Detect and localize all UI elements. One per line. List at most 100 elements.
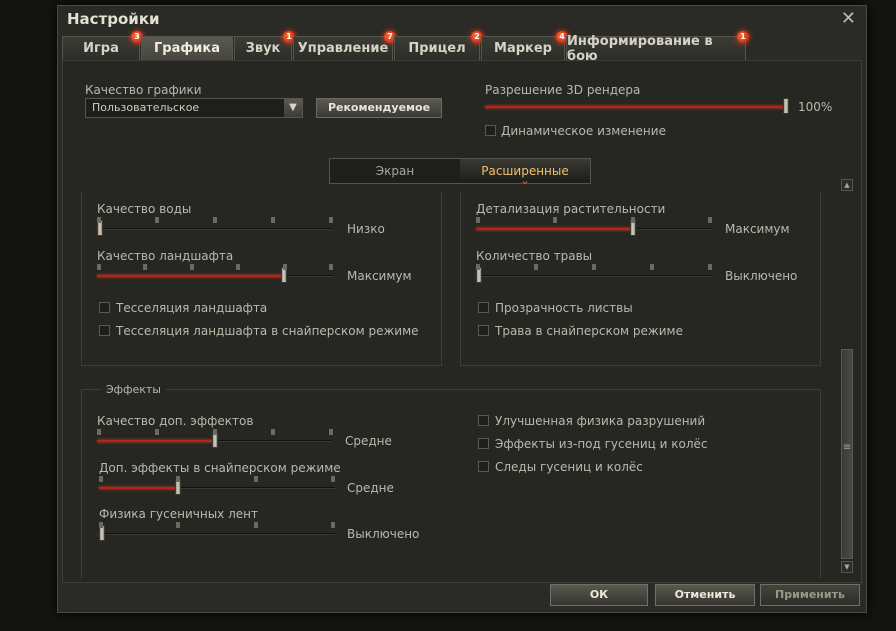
- subtab-advanced[interactable]: Расширенные: [460, 159, 590, 192]
- slider-tick: [254, 476, 258, 482]
- slider-tick: [254, 522, 258, 528]
- resolution-label: Разрешение 3D рендера: [485, 83, 641, 97]
- tab-battle-info[interactable]: Информирование в бою 1: [566, 31, 749, 64]
- slider-tick: [329, 429, 333, 435]
- scrollbar[interactable]: ▲ ≡ ▼: [841, 179, 853, 573]
- slider-tick: [708, 264, 712, 270]
- track-physics-label: Физика гусеничных лент: [99, 507, 258, 521]
- recommended-button[interactable]: Рекомендуемое: [316, 98, 442, 118]
- slider-tick: [97, 217, 101, 223]
- slider-tick: [329, 264, 333, 270]
- close-icon[interactable]: ✕: [841, 8, 856, 29]
- slider-tick: [708, 217, 712, 223]
- slider-tick: [190, 264, 194, 270]
- track-marks-checkbox[interactable]: [478, 461, 489, 472]
- slider-tick: [534, 264, 538, 270]
- slider-tick: [476, 264, 480, 270]
- slider-tick: [592, 264, 596, 270]
- tab-controls[interactable]: Управление 7: [293, 31, 396, 60]
- track-effects-label: Эффекты из-под гусениц и колёс: [495, 437, 708, 451]
- vegetation-detail-slider[interactable]: [476, 217, 712, 236]
- slider-tick: [143, 264, 147, 270]
- graphics-quality-value: Пользовательское: [92, 101, 200, 114]
- track-physics-slider[interactable]: [99, 522, 335, 541]
- grass-amount-slider[interactable]: [476, 264, 712, 283]
- effects-quality-label: Качество доп. эффектов: [97, 414, 254, 428]
- effects-quality-slider[interactable]: [97, 429, 333, 448]
- tessellation-label: Тесселяция ландшафта: [116, 301, 268, 315]
- tab-sight[interactable]: Прицел 2: [394, 31, 483, 60]
- slider-tick: [155, 429, 159, 435]
- subtab-screen[interactable]: Экран: [330, 159, 460, 183]
- slider-tick: [97, 429, 101, 435]
- destruction-physics-label: Улучшенная физика разрушений: [495, 414, 706, 428]
- content-area: Качество графики Пользовательское ▼ Реко…: [62, 60, 862, 583]
- slider-tick: [271, 217, 275, 223]
- slider-tick: [283, 264, 287, 270]
- tab-bar: Игра 3 Графика Звук 1 Управление 7 Прицел 2 …: [62, 31, 749, 64]
- slider-tick: [99, 522, 103, 528]
- slider-thumb[interactable]: [783, 98, 789, 114]
- dynamic-resolution-checkbox[interactable]: [485, 125, 496, 136]
- settings-window: Настройки ✕ Игра 3 Графика Звук 1 Управлен…: [57, 5, 867, 613]
- effects-sniper-slider[interactable]: [99, 476, 335, 495]
- destruction-physics-checkbox[interactable]: [478, 415, 489, 426]
- tab-marker[interactable]: Маркер 4: [481, 31, 568, 60]
- slider-fill: [99, 487, 178, 489]
- slider-tick: [155, 217, 159, 223]
- dynamic-resolution-label: Динамическое изменение: [501, 124, 666, 138]
- ok-button[interactable]: ОК: [550, 584, 648, 606]
- apply-button[interactable]: Применить: [760, 584, 860, 606]
- slider-tick: [176, 522, 180, 528]
- grass-sniper-label: Трава в снайперском режиме: [495, 324, 683, 338]
- slider-tick: [331, 476, 335, 482]
- landscape-quality-value: Максимум: [347, 269, 412, 283]
- tab-game[interactable]: Игра 3: [62, 31, 143, 60]
- effects-quality-value: Средне: [345, 434, 392, 448]
- resolution-slider[interactable]: [485, 98, 789, 114]
- foliage-transparency-checkbox[interactable]: [478, 302, 489, 313]
- water-quality-slider[interactable]: [97, 217, 333, 236]
- scroll-up-icon[interactable]: ▲: [841, 179, 853, 191]
- foliage-transparency-label: Прозрачность листвы: [495, 301, 633, 315]
- cancel-button[interactable]: Отменить: [655, 584, 755, 606]
- slider-tick: [176, 476, 180, 482]
- slider-tick: [99, 476, 103, 482]
- track-physics-value: Выключено: [347, 527, 420, 541]
- scroll-down-icon[interactable]: ▼: [841, 561, 853, 573]
- effects-sniper-value: Средне: [347, 481, 394, 495]
- slider-tick: [553, 217, 557, 223]
- graphics-quality-select[interactable]: Пользовательское ▼: [85, 98, 303, 118]
- landscape-quality-slider[interactable]: [97, 264, 333, 283]
- slider-tick: [271, 429, 275, 435]
- slider-tick: [476, 217, 480, 223]
- water-quality-value: Низко: [347, 222, 385, 236]
- tab-sound[interactable]: Звук 1: [234, 31, 295, 60]
- slider-fill: [97, 440, 215, 442]
- scroll-thumb[interactable]: ≡: [841, 349, 853, 559]
- track-marks-label: Следы гусениц и колёс: [495, 460, 643, 474]
- tessellation-sniper-label: Тесселяция ландшафта в снайперском режим…: [116, 324, 419, 338]
- slider-tick: [213, 217, 217, 223]
- slider-tick: [329, 217, 333, 223]
- chevron-down-icon[interactable]: ▼: [284, 99, 302, 117]
- tessellation-checkbox[interactable]: [99, 302, 110, 313]
- slider-fill: [485, 106, 786, 108]
- tessellation-sniper-checkbox[interactable]: [99, 325, 110, 336]
- grass-amount-label: Количество травы: [476, 249, 593, 263]
- subtab-bar: Экран Расширенные: [329, 158, 591, 192]
- graphics-quality-label: Качество графики: [85, 83, 202, 97]
- effects-title: Эффекты: [101, 383, 166, 396]
- tab-graphics[interactable]: Графика: [141, 36, 233, 60]
- slider-tick: [236, 264, 240, 270]
- landscape-quality-label: Качество ландшафта: [97, 249, 234, 263]
- notification-badge: 1: [737, 31, 749, 43]
- vegetation-detail-label: Детализация растительности: [476, 202, 666, 216]
- track-effects-checkbox[interactable]: [478, 438, 489, 449]
- slider-fill: [476, 228, 634, 230]
- slider-fill: [97, 275, 284, 277]
- slider-tick: [331, 522, 335, 528]
- effects-sniper-label: Доп. эффекты в снайперском режиме: [99, 461, 341, 475]
- resolution-value: 100%: [798, 100, 833, 114]
- grass-sniper-checkbox[interactable]: [478, 325, 489, 336]
